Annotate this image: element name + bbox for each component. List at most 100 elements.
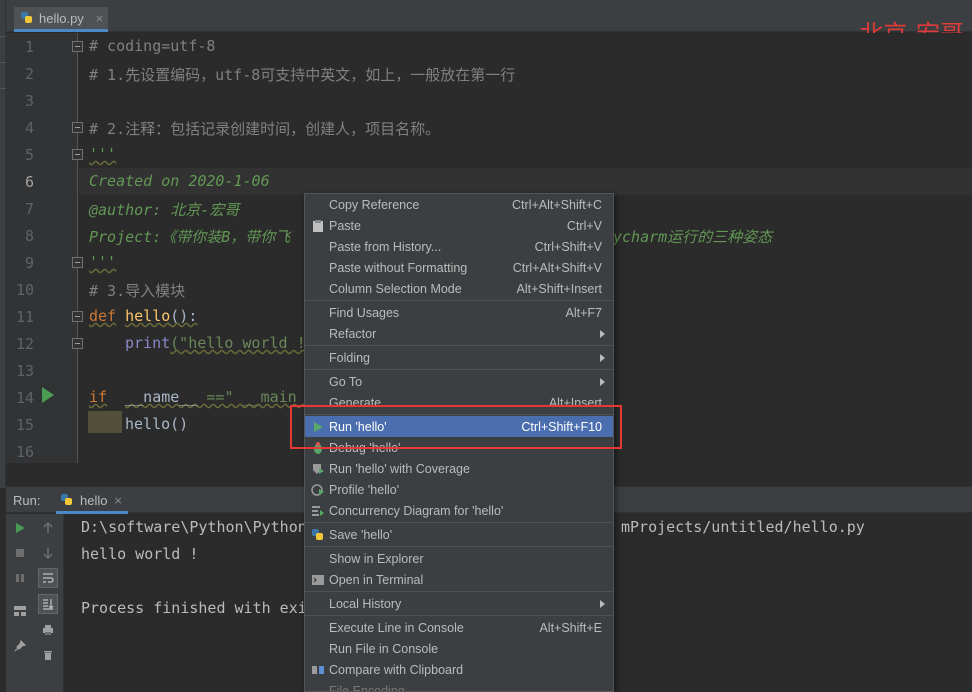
menu-item-label: Save 'hello' bbox=[329, 527, 393, 542]
line-number: 4 bbox=[24, 119, 34, 137]
menu-item-go-to[interactable]: Go To bbox=[305, 371, 613, 392]
menu-item-paste-from-history[interactable]: Paste from History... Ctrl+Shift+V bbox=[305, 236, 613, 257]
menu-item-show-in-explorer[interactable]: Show in Explorer bbox=[305, 548, 613, 569]
tab-hello-py[interactable]: hello.py × bbox=[14, 7, 108, 32]
menu-separator bbox=[305, 369, 613, 370]
builtin-print: print bbox=[125, 334, 171, 352]
fold-marker-icon[interactable] bbox=[72, 257, 83, 268]
fold-marker-icon[interactable] bbox=[72, 149, 83, 160]
submenu-arrow-icon bbox=[600, 353, 605, 362]
line-number: 10 bbox=[15, 281, 34, 299]
keyword-def: def bbox=[89, 307, 117, 325]
code-line-9: ''' bbox=[89, 253, 117, 271]
compare-icon bbox=[312, 665, 324, 674]
line-number: 9 bbox=[24, 254, 34, 272]
menu-item-shortcut: Ctrl+Alt+Shift+C bbox=[512, 197, 602, 212]
menu-item-copy-reference[interactable]: Copy Reference Ctrl+Alt+Shift+C bbox=[305, 194, 613, 215]
code-line-6: Created on 2020-1-06 bbox=[89, 172, 270, 190]
function-name: hello bbox=[125, 307, 171, 325]
keyword-if: if bbox=[89, 388, 108, 406]
code-line-2: # 1.先设置编码，utf-8可支持中英文，如上，一般放在第一行 bbox=[89, 66, 516, 84]
pin-icon[interactable] bbox=[10, 636, 30, 656]
menu-separator bbox=[305, 591, 613, 592]
menu-item-label: Paste bbox=[329, 218, 361, 233]
code-line-12: print("hello world ! bbox=[125, 334, 306, 352]
line-number: 15 bbox=[15, 416, 34, 434]
menu-item-file-encoding[interactable]: File Encoding bbox=[305, 680, 613, 692]
python-icon bbox=[61, 494, 72, 505]
code-punct: (): bbox=[170, 307, 198, 325]
menu-item-paste-without-formatting[interactable]: Paste without Formatting Ctrl+Alt+Shift+… bbox=[305, 257, 613, 278]
stop-icon[interactable] bbox=[10, 543, 30, 563]
menu-item-label: Column Selection Mode bbox=[329, 281, 462, 296]
menu-item-shortcut: Alt+F7 bbox=[565, 305, 602, 320]
soft-wrap-icon[interactable] bbox=[38, 568, 58, 588]
menu-item-find-usages[interactable]: Find Usages Alt+F7 bbox=[305, 302, 613, 323]
run-tab-close-icon[interactable]: × bbox=[113, 494, 122, 507]
python-icon bbox=[312, 528, 323, 540]
code-line-5: ''' bbox=[89, 145, 117, 163]
menu-item-shortcut: Alt+Shift+E bbox=[539, 620, 602, 635]
run-gutter-icon[interactable] bbox=[42, 387, 54, 403]
fold-marker-icon[interactable] bbox=[72, 122, 83, 133]
menu-item-execute-line-in-console[interactable]: Execute Line in Console Alt+Shift+E bbox=[305, 617, 613, 638]
code-line-11: def hello(): bbox=[89, 307, 197, 325]
menu-item-run-with-coverage[interactable]: Run 'hello' with Coverage bbox=[305, 458, 613, 479]
line-number: 3 bbox=[24, 92, 34, 110]
run-tab-hello[interactable]: hello × bbox=[56, 489, 128, 514]
line-number: 2 bbox=[24, 65, 34, 83]
fold-marker-icon[interactable] bbox=[72, 338, 83, 349]
menu-item-label: Show in Explorer bbox=[329, 551, 424, 566]
menu-item-local-history[interactable]: Local History bbox=[305, 593, 613, 614]
dunder-name: __name__ bbox=[125, 388, 198, 406]
editor-tab-bar: hello.py × 北京-宏哥 bbox=[6, 0, 972, 48]
code-line-15: hello() bbox=[125, 415, 189, 433]
fold-marker-icon[interactable] bbox=[72, 41, 83, 52]
down-arrow-icon[interactable] bbox=[38, 543, 58, 563]
tab-close-icon[interactable]: × bbox=[95, 12, 104, 25]
code-line-1: # coding=utf-8 bbox=[89, 37, 216, 55]
menu-item-label: Paste without Formatting bbox=[329, 260, 468, 275]
menu-separator bbox=[305, 546, 613, 547]
annotation-highlight-box bbox=[290, 405, 622, 449]
code-line-8-end: ycharm运行的三种姿态 bbox=[613, 228, 773, 246]
trash-icon[interactable] bbox=[38, 645, 58, 665]
menu-item-shortcut: Ctrl+V bbox=[566, 218, 602, 233]
print-icon[interactable] bbox=[38, 620, 58, 640]
menu-item-save-hello[interactable]: Save 'hello' bbox=[305, 524, 613, 545]
menu-item-folding[interactable]: Folding bbox=[305, 347, 613, 368]
menu-item-concurrency-diagram[interactable]: Concurrency Diagram for 'hello' bbox=[305, 500, 613, 521]
rerun-icon[interactable] bbox=[10, 518, 30, 538]
run-tab-label: hello bbox=[80, 492, 108, 508]
fold-marker-icon[interactable] bbox=[72, 311, 83, 322]
code-line-8-start: Project:《带你装B，带你飞 bbox=[89, 228, 291, 246]
code-operator: ==" bbox=[197, 388, 243, 406]
submenu-arrow-icon bbox=[600, 599, 605, 608]
menu-item-run-file-in-console[interactable]: Run File in Console bbox=[305, 638, 613, 659]
up-arrow-icon[interactable] bbox=[38, 518, 58, 538]
menu-item-label: Go To bbox=[329, 374, 363, 389]
indent-warning-highlight bbox=[88, 411, 122, 433]
menu-item-refactor[interactable]: Refactor bbox=[305, 323, 613, 344]
console-path-end: mProjects/untitled/hello.py bbox=[621, 518, 865, 536]
menu-item-label: Run 'hello' with Coverage bbox=[329, 461, 470, 476]
menu-item-label: File Encoding bbox=[329, 683, 405, 692]
menu-item-paste[interactable]: Paste Ctrl+V bbox=[305, 215, 613, 236]
menu-item-label: Copy Reference bbox=[329, 197, 420, 212]
menu-item-open-in-terminal[interactable]: Open in Terminal bbox=[305, 569, 613, 590]
submenu-arrow-icon bbox=[600, 329, 605, 338]
menu-item-column-selection-mode[interactable]: Column Selection Mode Alt+Shift+Insert bbox=[305, 278, 613, 299]
scroll-to-end-icon[interactable] bbox=[38, 594, 58, 614]
line-number: 8 bbox=[24, 227, 34, 245]
code-line-10: # 3.导入模块 bbox=[89, 282, 186, 300]
menu-item-profile-hello[interactable]: Profile 'hello' bbox=[305, 479, 613, 500]
line-number: 1 bbox=[24, 38, 34, 56]
line-number: 14 bbox=[15, 389, 34, 407]
menu-item-compare-with-clipboard[interactable]: Compare with Clipboard bbox=[305, 659, 613, 680]
editor-gutter: 1 2 3 4 5 6 7 8 9 10 11 12 13 14 15 16 bbox=[6, 33, 78, 463]
layout-icon[interactable] bbox=[10, 601, 30, 621]
menu-item-label: Execute Line in Console bbox=[329, 620, 464, 635]
pause-icon[interactable] bbox=[10, 568, 30, 588]
line-number: 12 bbox=[15, 335, 34, 353]
menu-item-label: Paste from History... bbox=[329, 239, 442, 254]
